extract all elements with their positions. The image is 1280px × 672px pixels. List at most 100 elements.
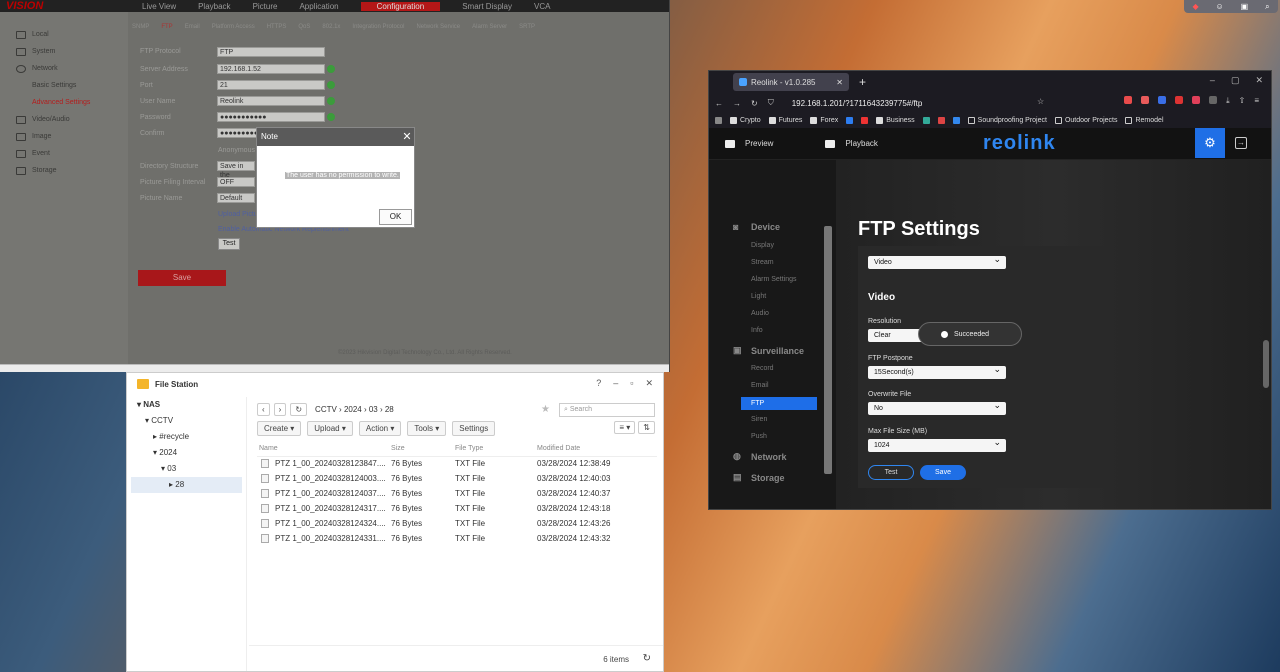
nav-audio[interactable]: Audio [751, 310, 769, 317]
extension-icon[interactable] [1124, 96, 1133, 104]
reolink-test-button[interactable]: Test [868, 465, 914, 480]
hik-sidebar-basic-settings[interactable]: Basic Settings [0, 77, 128, 94]
action-button[interactable]: Action ▾ [358, 421, 402, 436]
back-icon[interactable]: ‹ [257, 403, 270, 416]
extension-icon[interactable] [1175, 96, 1184, 104]
bookmark-soundproofing[interactable]: Soundproofing Project [967, 116, 1047, 124]
table-row[interactable]: PTZ 1_00_20240328123847.... 76 Bytes TXT F… [257, 457, 657, 472]
hik-subtab-qos[interactable]: QoS [298, 24, 310, 30]
ftp-postpone-select[interactable]: 15Second(s) [868, 363, 1006, 379]
hik-sidebar-system[interactable]: System [0, 43, 128, 60]
extension-icon[interactable] [1158, 96, 1167, 104]
nav-stream[interactable]: Stream [751, 259, 774, 266]
minimize-icon[interactable]: – [613, 378, 618, 389]
hik-tab-live-view[interactable]: Live View [142, 2, 176, 11]
confirm-input[interactable]: ●●●●●●●●●●● [217, 128, 267, 138]
extension-icon[interactable] [1141, 96, 1150, 104]
picture-name-select[interactable]: Default [217, 193, 255, 203]
tools-button[interactable]: Tools ▾ [407, 421, 447, 436]
address-input[interactable]: 192.168.1.201/?1711643239775#/ftp [792, 99, 923, 108]
breadcrumb-item[interactable]: 28 [385, 405, 394, 414]
extension-icon[interactable] [1209, 96, 1218, 104]
nav-device[interactable]: Device [751, 222, 780, 232]
list-view-icon[interactable]: ≡ ▾ [614, 421, 636, 434]
forward-icon[interactable]: › [273, 403, 287, 416]
reload-icon[interactable]: ↻ [751, 99, 758, 108]
tree-node-nas[interactable]: ▾ NAS [127, 397, 246, 413]
nav-display[interactable]: Display [751, 242, 774, 249]
user-icon[interactable]: ☺ [1216, 2, 1224, 11]
picture-interval-select[interactable]: OFF [217, 177, 255, 187]
hik-subtab-https[interactable]: HTTPS [267, 24, 287, 30]
nav-ftp[interactable]: FTP [741, 397, 817, 410]
hik-tab-application[interactable]: Application [299, 2, 338, 11]
hik-save-button[interactable]: Save [138, 270, 226, 286]
back-icon[interactable]: ← [715, 99, 723, 108]
sort-icon[interactable]: ⇅ [638, 421, 655, 434]
col-name[interactable]: Name [259, 445, 278, 452]
hik-subtab-platform[interactable]: Platform Access [212, 24, 255, 30]
tree-node-28[interactable]: ▸ 28 [131, 477, 242, 493]
bookmark-icon[interactable] [861, 116, 869, 124]
note-ok-button[interactable]: OK [379, 209, 412, 225]
user-name-input[interactable]: Reolink [217, 96, 325, 106]
nav-push[interactable]: Push [751, 433, 767, 440]
hik-tab-smart-display[interactable]: Smart Display [462, 2, 512, 11]
bookmark-icon[interactable] [715, 116, 722, 124]
nav-info[interactable]: Info [751, 327, 763, 334]
close-icon[interactable]: ✕ [400, 128, 414, 146]
playback-tab[interactable]: Playback [845, 139, 877, 148]
hik-subtab-srtp[interactable]: SRTP [519, 24, 535, 30]
refresh-icon[interactable]: ↻ [643, 653, 651, 664]
star-icon[interactable]: ★ [541, 404, 550, 415]
nav-record[interactable]: Record [751, 365, 774, 372]
preview-tab[interactable]: Preview [745, 139, 773, 148]
hik-tab-configuration[interactable]: Configuration [360, 1, 441, 11]
table-row[interactable]: PTZ 1_00_20240328124003.... 76 Bytes TXT F… [257, 472, 657, 487]
forward-icon[interactable]: → [733, 99, 741, 108]
logout-icon[interactable]: → [1235, 137, 1247, 149]
menu-icon[interactable]: ≡ [1254, 96, 1259, 106]
extension-icon[interactable] [1192, 96, 1201, 104]
bookmark-star-icon[interactable]: ☆ [1037, 97, 1044, 106]
hik-sidebar-image[interactable]: Image [0, 128, 128, 145]
refresh-icon[interactable]: ↻ [290, 403, 308, 416]
hik-sidebar-advanced-settings[interactable]: Advanced Settings [0, 94, 128, 111]
tree-node-03[interactable]: ▾ 03 [127, 461, 246, 477]
help-icon[interactable]: ? [596, 378, 601, 389]
anonymous-checkbox[interactable]: Anonymous [218, 147, 255, 154]
maximize-icon[interactable]: ▢ [1231, 75, 1240, 86]
ftp-protocol-select[interactable]: FTP [217, 47, 325, 57]
share-icon[interactable]: ⇧ [1239, 96, 1246, 106]
close-icon[interactable]: ✕ [645, 378, 653, 389]
minimize-icon[interactable]: – [1210, 75, 1215, 86]
close-icon[interactable]: ✕ [1255, 75, 1263, 86]
shield-icon[interactable]: ◆ [1192, 2, 1198, 11]
close-icon[interactable]: ✕ [836, 78, 843, 87]
bookmark-crypto[interactable]: Crypto [730, 116, 761, 124]
hik-sidebar-video-audio[interactable]: Video/Audio [0, 111, 128, 128]
bookmark-icon[interactable] [846, 116, 854, 124]
col-size[interactable]: Size [391, 445, 405, 452]
table-row[interactable]: PTZ 1_00_20240328124037.... 76 Bytes TXT F… [257, 487, 657, 502]
nav-storage[interactable]: Storage [751, 473, 785, 483]
tree-node-recycle[interactable]: ▸ #recycle [127, 429, 246, 445]
bookmark-icon[interactable] [937, 116, 945, 124]
hik-sidebar-event[interactable]: Event [0, 145, 128, 162]
tree-node-2024[interactable]: ▾ 2024 [127, 445, 246, 461]
search-icon[interactable]: ⌕ [1265, 2, 1269, 12]
main-scrollbar[interactable] [1263, 340, 1269, 388]
hik-subtab-integration[interactable]: Integration Protocol [352, 24, 404, 30]
hik-test-button[interactable]: Test [218, 238, 240, 250]
hik-tab-picture[interactable]: Picture [253, 2, 278, 11]
nav-network[interactable]: Network [751, 452, 787, 462]
bookmark-remodel[interactable]: Remodel [1125, 116, 1164, 124]
col-modified[interactable]: Modified Date [537, 445, 580, 452]
window-icon[interactable]: ▣ [1241, 2, 1249, 11]
hik-subtab-ftp[interactable]: FTP [161, 24, 172, 30]
tree-node-cctv[interactable]: ▾ CCTV [127, 413, 246, 429]
bookmark-futures[interactable]: Futures [768, 116, 802, 124]
breadcrumb-item[interactable]: 2024 [344, 405, 362, 414]
bookmark-icon[interactable] [952, 116, 960, 124]
nav-email[interactable]: Email [751, 382, 769, 389]
